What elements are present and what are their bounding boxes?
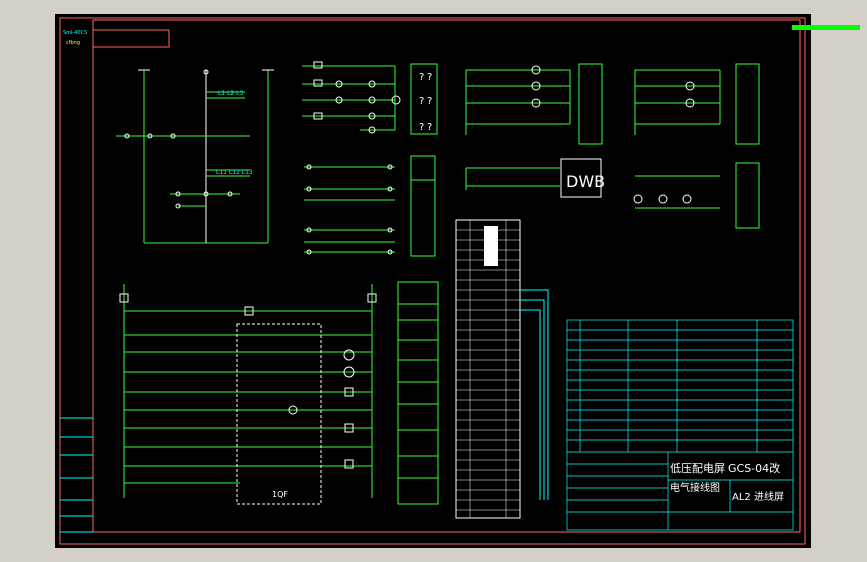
title-sub: 电气接线图 [670,481,720,494]
viewport-indicator[interactable] [792,25,860,30]
meter-mark-4: ? [427,96,432,107]
meter-mark-5: ? [419,122,424,133]
cad-viewport[interactable]: Sml-40CS cfbng L1 L2 L3 L11 L12 L13 ? ? … [0,0,867,562]
left-top-code: Sml-40CS [63,30,87,36]
panel-name: AL2 进线屏 [732,490,784,503]
meter-mark-2: ? [427,72,432,83]
dwb-label: DWB [566,172,605,191]
breaker-label: 1QF [272,490,288,499]
schematic-canvas: Sml-40CS cfbng L1 L2 L3 L11 L12 L13 ? ? … [55,14,860,548]
title-main: 低压配电屏 [670,462,725,475]
drawing-number: GCS-04改 [728,461,780,475]
meter-mark-1: ? [419,72,424,83]
left-top-sub: cfbng [66,40,80,46]
main-label-top: L1 L2 L3 [218,90,243,97]
meter-mark-6: ? [427,122,432,133]
main-label-mid: L11 L12 L13 [216,169,253,176]
meter-mark-3: ? [419,96,424,107]
